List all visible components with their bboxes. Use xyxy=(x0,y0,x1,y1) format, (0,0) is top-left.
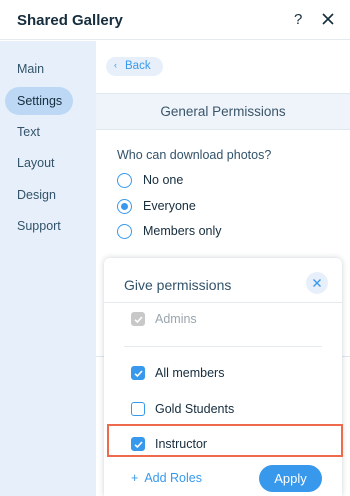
checkbox-unchecked[interactable] xyxy=(131,402,145,416)
checkbox-checked[interactable] xyxy=(131,366,145,380)
chevron-left-icon: ‹ xyxy=(114,60,117,70)
back-label: Back xyxy=(125,60,151,72)
radio-everyone[interactable]: Everyone xyxy=(117,198,317,216)
checkbox-label: Admins xyxy=(155,312,197,326)
divider xyxy=(124,346,322,347)
radio-label: No one xyxy=(143,173,184,187)
apply-button[interactable]: Apply xyxy=(259,465,322,492)
sidebar-item-main[interactable]: Main xyxy=(5,55,73,83)
role-checkbox-gold-students[interactable]: Gold Students xyxy=(131,400,321,418)
plus-icon: + xyxy=(131,471,139,485)
add-roles-link[interactable]: + Add Roles xyxy=(131,471,202,485)
close-icon xyxy=(313,279,321,287)
radio-members-only[interactable]: Members only xyxy=(117,223,317,241)
checkbox-checked[interactable] xyxy=(131,437,145,451)
panel-title: Shared Gallery xyxy=(17,12,123,29)
checkmark-icon xyxy=(134,370,143,378)
radio-label: Everyone xyxy=(143,199,196,213)
back-button[interactable]: ‹ Back xyxy=(106,57,163,76)
role-checkbox-all-members[interactable]: All members xyxy=(131,364,321,382)
radio-no-one[interactable]: No one xyxy=(117,172,317,190)
close-icon[interactable] xyxy=(320,10,336,28)
role-checkbox-instructor[interactable]: Instructor xyxy=(131,435,321,453)
section-title: General Permissions xyxy=(96,93,350,130)
radio-circle[interactable] xyxy=(117,173,132,188)
divider xyxy=(104,302,342,303)
sidebar-item-design[interactable]: Design xyxy=(5,181,73,209)
radio-label: Members only xyxy=(143,224,222,238)
download-question: Who can download photos? xyxy=(117,148,272,162)
sidebar: Main Settings Text Layout Design Support xyxy=(0,41,96,496)
checkbox-label: Instructor xyxy=(155,437,208,451)
checkmark-icon xyxy=(134,441,143,449)
checkmark-icon xyxy=(134,316,143,324)
sidebar-item-layout[interactable]: Layout xyxy=(5,149,73,177)
give-permissions-popup: Give permissions Admins All members Gold… xyxy=(104,258,342,496)
title-bar: Shared Gallery ? xyxy=(0,0,350,40)
radio-circle[interactable] xyxy=(117,224,132,239)
checkbox-label: All members xyxy=(155,366,225,380)
checkbox-disabled xyxy=(131,312,145,326)
popup-title: Give permissions xyxy=(124,277,232,293)
sidebar-item-settings[interactable]: Settings xyxy=(5,87,73,115)
add-roles-label: Add Roles xyxy=(144,471,202,485)
sidebar-item-support[interactable]: Support xyxy=(5,212,73,240)
sidebar-item-text[interactable]: Text xyxy=(5,118,73,146)
radio-circle-selected[interactable] xyxy=(117,199,132,214)
question-mark-icon[interactable]: ? xyxy=(294,11,302,28)
role-checkbox-admins: Admins xyxy=(131,310,321,328)
checkbox-label: Gold Students xyxy=(155,402,235,416)
popup-close-button[interactable] xyxy=(306,272,328,294)
